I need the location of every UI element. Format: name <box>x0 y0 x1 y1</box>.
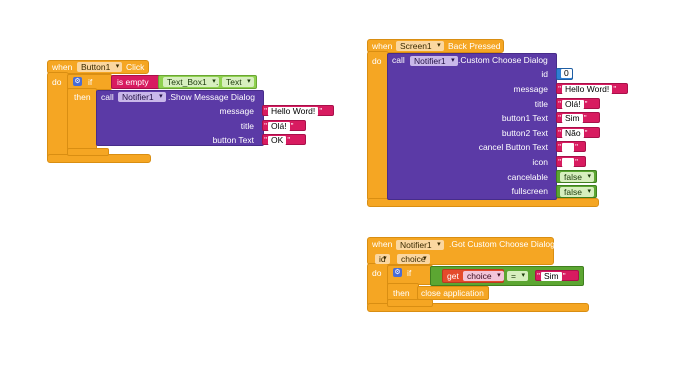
arg-label-icon: icon <box>532 157 548 167</box>
arg-label-cancelable: cancelable <box>507 172 548 182</box>
boolean-dropdown[interactable]: false <box>560 172 594 182</box>
component-dropdown[interactable]: Button1 <box>77 62 123 72</box>
if-label: if <box>407 268 412 278</box>
close-application-label: close application <box>421 288 484 298</box>
component-dropdown[interactable]: Screen1 <box>396 41 444 51</box>
text-literal-compare[interactable]: " Sim " <box>535 270 579 282</box>
do-label: do <box>372 56 382 66</box>
operator-dropdown[interactable]: = <box>507 271 528 281</box>
text-value[interactable]: OK <box>268 136 287 146</box>
dot-separator: . <box>216 77 219 87</box>
text-value[interactable] <box>562 143 574 153</box>
if-block-footer <box>387 299 433 307</box>
mutator-gear-icon[interactable]: ⚙ <box>393 268 402 277</box>
arg-label-button-text: button Text <box>212 135 254 145</box>
text-literal-icon[interactable]: " " <box>556 156 586 168</box>
if-block-footer <box>67 148 109 156</box>
notifier-dropdown[interactable]: Notifier1 <box>118 92 166 102</box>
text-literal-button-text[interactable]: " OK " <box>262 134 306 146</box>
boolean-dropdown[interactable]: false <box>560 187 594 197</box>
text-literal-title[interactable]: " Olá! " <box>262 120 306 132</box>
when-label: when <box>372 239 393 249</box>
call-label: call <box>101 92 114 102</box>
arg-label-button1-text: button1 Text <box>501 113 548 123</box>
when-label: when <box>52 62 73 72</box>
text-value[interactable]: Não <box>562 129 584 139</box>
text-value[interactable] <box>562 158 574 168</box>
mutator-gear-icon[interactable]: ⚙ <box>73 77 82 86</box>
property-dropdown[interactable]: Text <box>222 77 254 87</box>
text-value[interactable]: Hello Word! <box>562 85 613 95</box>
text-literal-message[interactable]: " Hello Word! " <box>556 83 628 95</box>
text-value[interactable]: Sim <box>541 272 562 282</box>
event-name: .Got Custom Choose Dialog <box>449 239 555 249</box>
arg-label-fullscreen: fullscreen <box>511 186 548 196</box>
arg-label-message: message <box>513 84 549 94</box>
event-body-rail <box>367 51 389 201</box>
then-label: then <box>74 92 91 102</box>
when-label: when <box>372 41 393 51</box>
then-label: then <box>393 288 410 298</box>
call-label: call <box>392 55 405 65</box>
do-label: do <box>372 268 382 278</box>
text-value[interactable]: Sim <box>562 114 583 124</box>
arg-label-title: title <box>534 99 548 109</box>
text-literal-button2-text[interactable]: " Não " <box>556 127 600 139</box>
do-label: do <box>52 77 62 87</box>
event-name: Back Pressed <box>448 41 501 51</box>
number-value[interactable]: 0 <box>561 69 572 78</box>
arg-label-id: id <box>541 69 548 79</box>
arg-label-cancel-button-text: cancel Button Text <box>478 142 548 152</box>
get-label: get <box>447 271 459 281</box>
text-value[interactable]: Olá! <box>268 122 290 132</box>
text-literal-message[interactable]: " Hello Word! " <box>262 105 334 117</box>
text-literal-button1-text[interactable]: " Sim " <box>556 112 600 124</box>
text-literal-cancel-button-text[interactable]: " " <box>556 141 586 153</box>
variable-dropdown[interactable]: choice <box>463 271 504 281</box>
component-dropdown[interactable]: Notifier1 <box>396 240 444 250</box>
is-empty-label: is empty <box>117 77 149 87</box>
arg-label-message: message <box>219 106 255 116</box>
method-name: .Show Message Dialog <box>168 92 255 102</box>
arg-label-button2-text: button2 Text <box>501 128 548 138</box>
text-value[interactable]: Hello Word! <box>268 107 319 117</box>
param-id[interactable]: id <box>375 254 390 264</box>
notifier-dropdown[interactable]: Notifier1 <box>410 56 458 66</box>
event-name: Click <box>126 62 145 72</box>
textbox-dropdown[interactable]: Text_Box1 <box>163 77 219 87</box>
text-value[interactable]: Olá! <box>562 100 584 110</box>
text-literal-title[interactable]: " Olá! " <box>556 98 600 110</box>
param-choice[interactable]: choice <box>397 254 430 264</box>
arg-label-title: title <box>240 121 254 131</box>
method-name: .Custom Choose Dialog <box>458 55 548 65</box>
if-label: if <box>88 77 93 87</box>
